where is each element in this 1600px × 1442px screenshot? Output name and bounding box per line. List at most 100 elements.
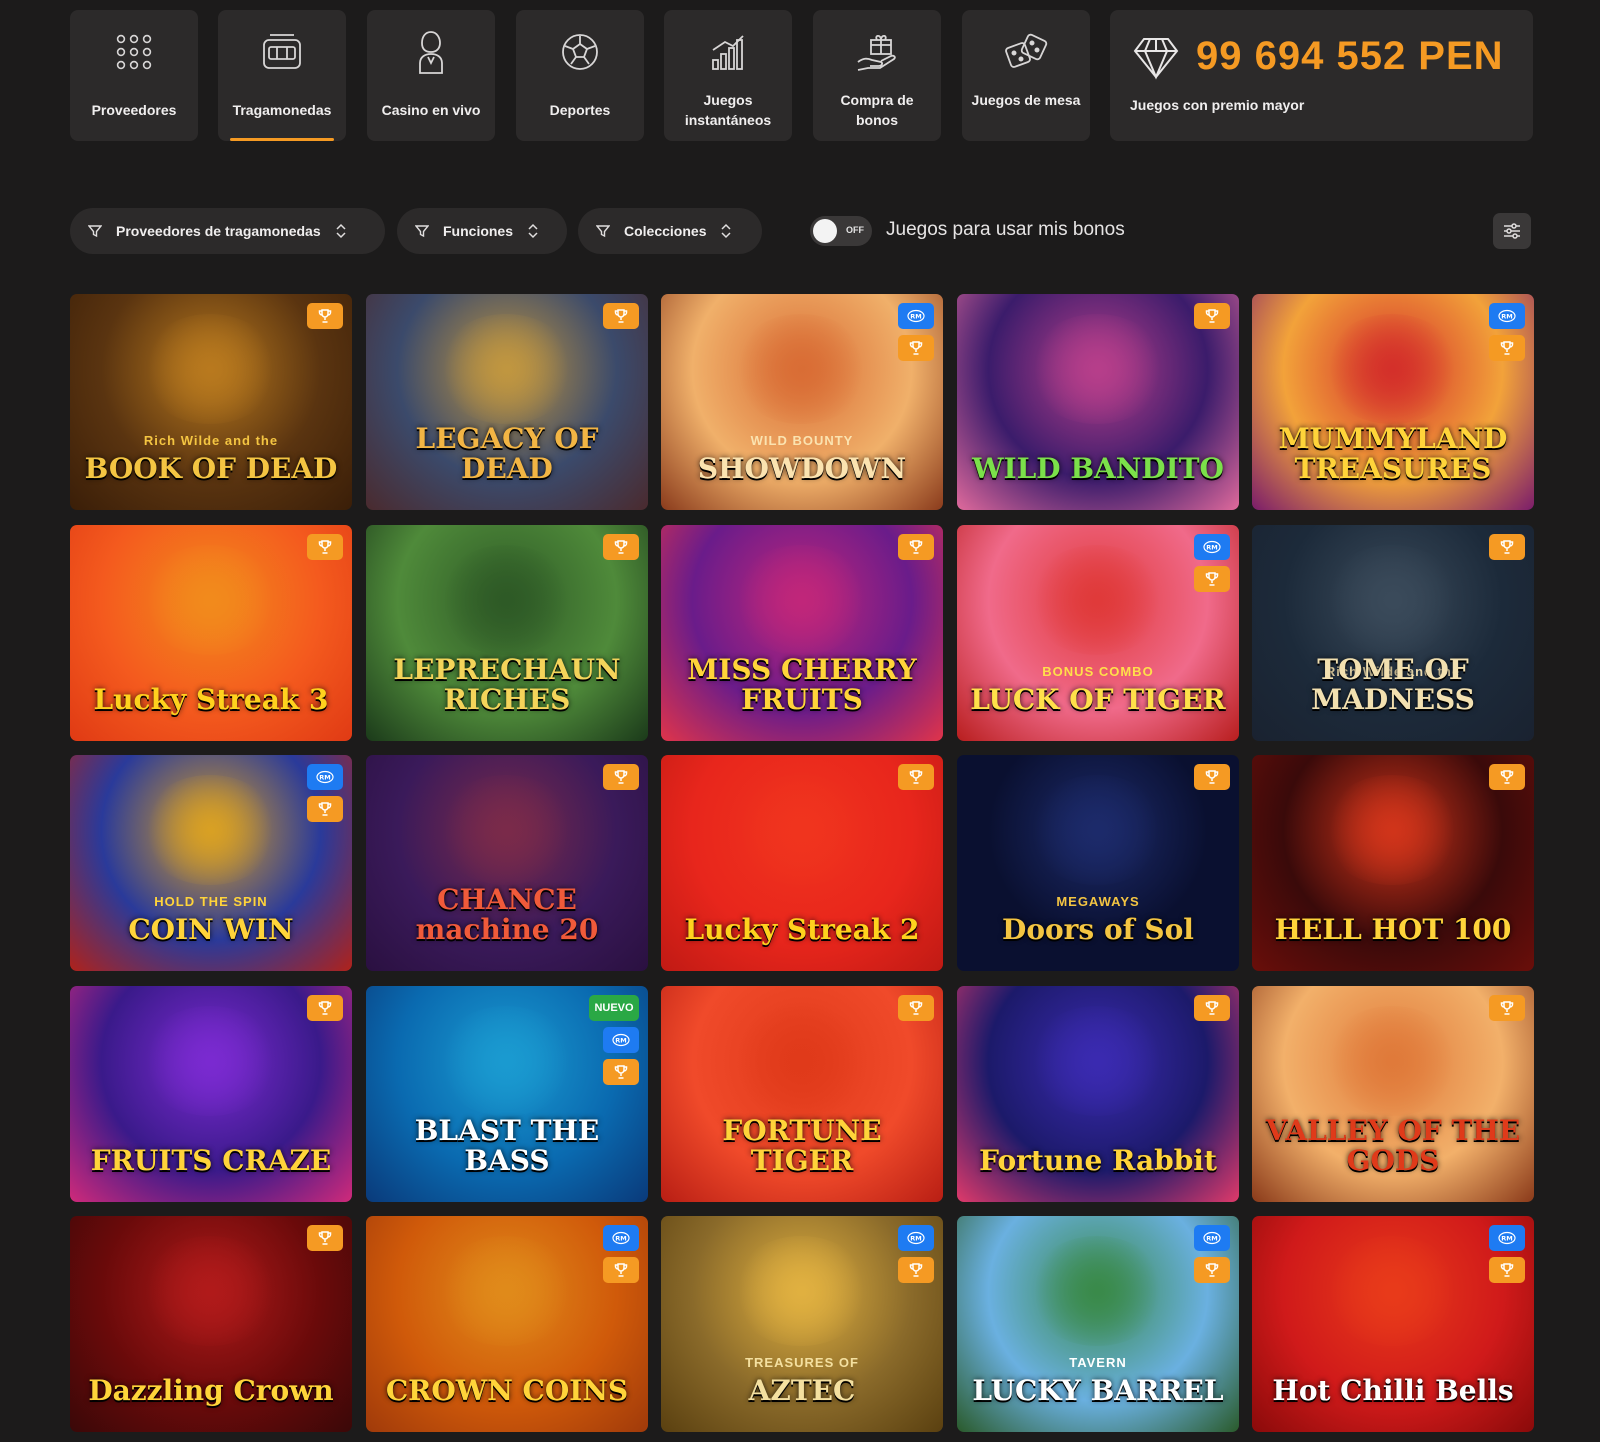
sort-arrows-icon xyxy=(528,223,538,239)
game-title: Hot Chilli Bells xyxy=(1272,1374,1514,1407)
game-tile[interactable]: Dazzling Crown xyxy=(70,1216,352,1432)
toggle-knob xyxy=(813,219,837,243)
trophy-icon xyxy=(898,995,934,1021)
game-tile[interactable]: MISS CHERRY FRUITS xyxy=(661,525,943,741)
filter-colecciones[interactable]: Colecciones xyxy=(578,208,762,254)
game-title: VALLEY OF THE GODS xyxy=(1265,1114,1521,1177)
game-badges: RM xyxy=(603,1225,639,1283)
game-tile[interactable]: TREASURES OF AZTEC RM xyxy=(661,1216,943,1432)
dice-icon xyxy=(1004,28,1048,76)
game-tile[interactable]: HELL HOT 100 xyxy=(1252,755,1534,971)
trophy-icon xyxy=(307,534,343,560)
trophy-icon xyxy=(1489,1257,1525,1283)
settings-button[interactable] xyxy=(1493,213,1531,249)
game-subtitle: MEGAWAYS xyxy=(1056,894,1140,909)
game-tile[interactable]: Lucky Streak 2 xyxy=(661,755,943,971)
game-art-glow xyxy=(1322,1006,1462,1116)
game-art-glow xyxy=(436,775,576,885)
trophy-icon xyxy=(307,995,343,1021)
sliders-icon xyxy=(1504,223,1520,239)
game-title: WILD BANDITO xyxy=(972,452,1224,485)
filter-label: Funciones xyxy=(443,223,514,239)
trophy-icon xyxy=(603,1257,639,1283)
filter-proveedores[interactable]: Proveedores de tragamonedas xyxy=(70,208,385,254)
game-tile[interactable]: LEGACY OF DEAD xyxy=(366,294,648,510)
game-tile[interactable]: BLAST THE BASS NUEVO RM xyxy=(366,986,648,1202)
game-art-glow xyxy=(731,314,871,424)
trophy-icon xyxy=(307,796,343,822)
svg-text:RM: RM xyxy=(319,774,330,782)
game-tile[interactable]: Lucky Streak 3 xyxy=(70,525,352,741)
game-title: LUCK OF TIGER xyxy=(970,683,1226,716)
game-tile[interactable]: WILD BOUNTY SHOWDOWN RM xyxy=(661,294,943,510)
game-tile[interactable]: FRUITS CRAZE xyxy=(70,986,352,1202)
game-tile[interactable]: Fortune Rabbit xyxy=(957,986,1239,1202)
game-tile[interactable]: FORTUNE TIGER xyxy=(661,986,943,1202)
trophy-icon xyxy=(898,534,934,560)
game-tile[interactable]: MUMMYLAND TREASURES RM xyxy=(1252,294,1534,510)
jackpot-label: Juegos con premio mayor xyxy=(1130,97,1305,113)
game-badges xyxy=(898,534,934,560)
game-title: FRUITS CRAZE xyxy=(90,1144,332,1177)
game-art-glow xyxy=(731,1236,871,1346)
jackpot-card[interactable]: 99 694 552 PEN Juegos con premio mayor xyxy=(1110,10,1533,141)
game-tile[interactable]: Rich Wilde and the BOOK OF DEAD xyxy=(70,294,352,510)
svg-text:RM: RM xyxy=(910,313,921,321)
game-badges xyxy=(1489,764,1525,790)
svg-text:RM: RM xyxy=(910,1235,921,1243)
tab-compra-de-bonos[interactable]: Compra de bonos xyxy=(813,10,941,141)
game-title: MUMMYLAND TREASURES xyxy=(1278,422,1508,485)
game-art-glow xyxy=(436,1236,576,1346)
tab-juegos-instantaneos[interactable]: Juegos instantáneos xyxy=(664,10,792,141)
game-art-glow xyxy=(140,1236,280,1346)
game-badges: RM xyxy=(898,1225,934,1283)
game-art-glow xyxy=(140,1006,280,1116)
game-title: Dazzling Crown xyxy=(88,1374,334,1407)
tab-deportes[interactable]: Deportes xyxy=(516,10,644,141)
bonus-toggle[interactable]: OFF xyxy=(810,216,872,246)
tab-label: Deportes xyxy=(549,102,611,118)
game-title: CROWN COINS xyxy=(385,1374,629,1407)
game-tile[interactable]: BONUS COMBO LUCK OF TIGER RM xyxy=(957,525,1239,741)
real-money-badge-icon: RM xyxy=(1194,534,1230,560)
svg-text:RM: RM xyxy=(1501,1235,1512,1243)
game-tile[interactable]: WILD BANDITO xyxy=(957,294,1239,510)
toggle-state: OFF xyxy=(846,225,864,235)
tab-juegos-de-mesa[interactable]: Juegos de mesa xyxy=(962,10,1090,141)
game-title: MISS CHERRY FRUITS xyxy=(687,653,917,716)
game-subtitle: TAVERN xyxy=(1069,1355,1127,1370)
trophy-icon xyxy=(307,1225,343,1251)
tab-proveedores[interactable]: Proveedores xyxy=(70,10,198,141)
tab-label: Juegos instantáneos xyxy=(684,92,772,128)
trophy-icon xyxy=(603,303,639,329)
game-art-glow xyxy=(436,545,576,655)
game-tile[interactable]: MEGAWAYS Doors of Sol xyxy=(957,755,1239,971)
game-title: COIN WIN xyxy=(128,913,294,946)
game-subtitle: HOLD THE SPIN xyxy=(154,894,268,909)
filter-label: Colecciones xyxy=(624,223,707,239)
game-tile[interactable]: TAVERN LUCKY BARREL RM xyxy=(957,1216,1239,1432)
game-tile[interactable]: CHANCE machine 20 xyxy=(366,755,648,971)
game-subtitle: Rich Wilde and the xyxy=(143,433,279,448)
game-tile[interactable]: HOLD THE SPIN COIN WIN RM xyxy=(70,755,352,971)
filter-funciones[interactable]: Funciones xyxy=(397,208,567,254)
game-subtitle: TREASURES OF xyxy=(745,1355,859,1370)
game-title: Fortune Rabbit xyxy=(979,1144,1217,1177)
game-title: CHANCE machine 20 xyxy=(415,883,599,946)
game-title: Lucky Streak 2 xyxy=(684,913,920,946)
game-badges xyxy=(307,1225,343,1251)
game-tile[interactable]: Rich Wilde and the TOME OF MADNESS xyxy=(1252,525,1534,741)
tab-tragamonedas[interactable]: Tragamonedas xyxy=(218,10,346,141)
game-subtitle: WILD BOUNTY xyxy=(750,433,854,448)
real-money-badge-icon: RM xyxy=(603,1225,639,1251)
game-tile[interactable]: CROWN COINS RM xyxy=(366,1216,648,1432)
tab-casino-en-vivo[interactable]: Casino en vivo xyxy=(367,10,495,141)
tab-label: Proveedores xyxy=(91,102,177,118)
game-tile[interactable]: VALLEY OF THE GODS xyxy=(1252,986,1534,1202)
game-tile[interactable]: LEPRECHAUN RICHES xyxy=(366,525,648,741)
game-badges xyxy=(307,534,343,560)
game-tile[interactable]: Hot Chilli Bells RM xyxy=(1252,1216,1534,1432)
trophy-icon xyxy=(603,764,639,790)
trophy-icon xyxy=(603,1059,639,1085)
diamond-icon xyxy=(1132,36,1180,85)
